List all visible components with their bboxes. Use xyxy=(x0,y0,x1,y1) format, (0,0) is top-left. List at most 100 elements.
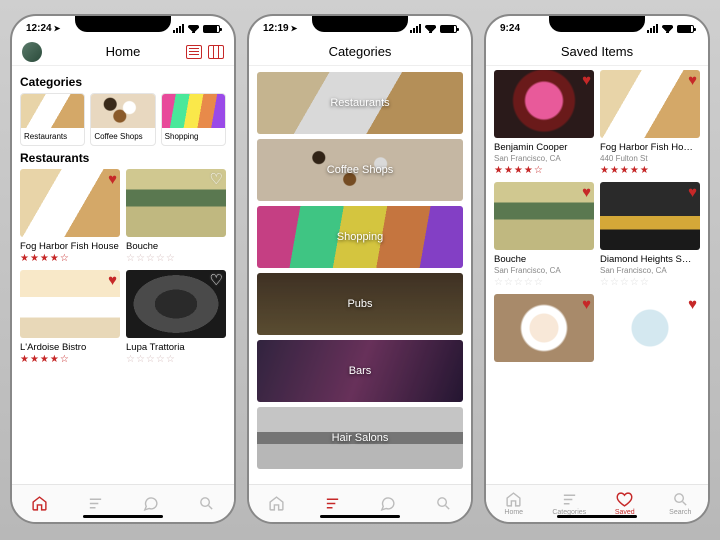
avatar[interactable] xyxy=(22,42,42,62)
content[interactable]: Categories Restaurants Coffee Shops Shop… xyxy=(12,66,234,484)
heart-icon[interactable]: ♥ xyxy=(688,297,697,312)
listing-card[interactable]: ♥ L'Ardoise Bistro★★★★☆ xyxy=(20,270,120,365)
list-view-icon[interactable] xyxy=(186,45,202,59)
section-restaurants: Restaurants xyxy=(20,151,226,165)
wifi-icon xyxy=(662,25,673,33)
listing-name: L'Ardoise Bistro xyxy=(20,342,120,353)
listing-card[interactable]: ♡ Bouche☆☆☆☆☆ xyxy=(126,169,226,264)
listing-sub: San Francisco, CA xyxy=(494,266,594,275)
phone-categories: 12:19➤ Categories Restaurants Coffee Sho… xyxy=(247,14,473,524)
tab-search[interactable] xyxy=(416,485,472,522)
tab-home[interactable]: Home xyxy=(486,485,542,522)
content[interactable]: Restaurants Coffee Shops Shopping Pubs B… xyxy=(249,66,471,484)
map-view-icon[interactable] xyxy=(208,45,224,59)
category-band[interactable]: Bars xyxy=(257,340,463,402)
wifi-icon xyxy=(188,25,199,33)
tab-search[interactable]: Search xyxy=(653,485,709,522)
listing-name: Fog Harbor Fish House xyxy=(20,241,120,252)
battery-icon xyxy=(677,25,694,33)
home-indicator[interactable] xyxy=(83,515,163,518)
signal-icon xyxy=(173,24,184,33)
category-label: Shopping xyxy=(162,128,225,145)
header: Saved Items xyxy=(486,38,708,66)
home-indicator[interactable] xyxy=(557,515,637,518)
header: Categories xyxy=(249,38,471,66)
listing-name: Fog Harbor Fish Ho… xyxy=(600,142,700,153)
category-label: Restaurants xyxy=(330,97,389,109)
category-band[interactable]: Restaurants xyxy=(257,72,463,134)
section-categories: Categories xyxy=(20,75,226,89)
notch xyxy=(312,16,408,32)
category-label: Restaurants xyxy=(21,128,84,145)
rating-stars: ★★★★☆ xyxy=(20,253,120,264)
rating-stars: ☆☆☆☆☆ xyxy=(494,277,594,288)
header: Home xyxy=(12,38,234,66)
heart-icon[interactable]: ♥ xyxy=(688,185,697,200)
phone-saved: 9:24 Saved Items ♥Benjamin CooperSan Fra… xyxy=(484,14,710,524)
category-label: Coffee Shops xyxy=(327,164,393,176)
listing-name: Diamond Heights S… xyxy=(600,254,700,265)
listing-name: Bouche xyxy=(494,254,594,265)
heart-icon[interactable]: ♥ xyxy=(108,273,117,288)
listing-sub: 440 Fulton St xyxy=(600,154,700,163)
saved-card[interactable]: ♥ Benjamin CooperSan Francisco, CA ★★★★☆ xyxy=(494,70,594,176)
category-card[interactable]: Shopping xyxy=(161,93,226,146)
listing-card[interactable]: ♡ Lupa Trattoria☆☆☆☆☆ xyxy=(126,270,226,365)
listing-name: Bouche xyxy=(126,241,226,252)
category-label: Coffee Shops xyxy=(91,128,154,145)
signal-icon xyxy=(647,24,658,33)
category-label: Hair Salons xyxy=(332,432,389,444)
page-title: Home xyxy=(106,44,141,59)
heart-icon[interactable]: ♥ xyxy=(108,172,117,187)
notch xyxy=(549,16,645,32)
phone-home: 12:24➤ Home Categories Restaurants Coffe… xyxy=(10,14,236,524)
saved-card[interactable]: ♥ Diamond Heights S…San Francisco, CA ☆☆☆☆… xyxy=(600,182,700,288)
listing-card[interactable]: ♥ Fog Harbor Fish House★★★★☆ xyxy=(20,169,120,264)
rating-stars: ☆☆☆☆☆ xyxy=(126,253,226,264)
battery-icon xyxy=(440,25,457,33)
category-card[interactable]: Coffee Shops xyxy=(90,93,155,146)
heart-icon[interactable]: ♥ xyxy=(582,73,591,88)
saved-card[interactable]: ♥ BoucheSan Francisco, CA ☆☆☆☆☆ xyxy=(494,182,594,288)
notch xyxy=(75,16,171,32)
heart-icon[interactable]: ♡ xyxy=(210,172,223,187)
rating-stars: ★★★★☆ xyxy=(494,165,594,176)
signal-icon xyxy=(410,24,421,33)
clock: 12:19 xyxy=(263,23,289,34)
location-icon: ➤ xyxy=(54,24,61,33)
category-card[interactable]: Restaurants xyxy=(20,93,85,146)
tab-home[interactable] xyxy=(12,485,68,522)
tab-home[interactable] xyxy=(249,485,305,522)
saved-card[interactable]: ♥ Fog Harbor Fish Ho…440 Fulton St ★★★★★ xyxy=(600,70,700,176)
saved-card[interactable]: ♥ xyxy=(494,294,594,362)
wifi-icon xyxy=(425,25,436,33)
tab-search[interactable] xyxy=(179,485,235,522)
category-band[interactable]: Shopping xyxy=(257,206,463,268)
category-band[interactable]: Coffee Shops xyxy=(257,139,463,201)
content[interactable]: ♥Benjamin CooperSan Francisco, CA★★★★☆ ♥… xyxy=(486,66,708,484)
heart-icon[interactable]: ♥ xyxy=(688,73,697,88)
listing-name: Benjamin Cooper xyxy=(494,142,594,153)
saved-card[interactable]: ♥ xyxy=(600,294,700,362)
heart-icon[interactable]: ♥ xyxy=(582,297,591,312)
page-title: Categories xyxy=(329,44,392,59)
rating-stars: ★★★★★ xyxy=(600,165,700,176)
rating-stars: ☆☆☆☆☆ xyxy=(126,354,226,365)
heart-icon[interactable]: ♡ xyxy=(210,273,223,288)
listing-name: Lupa Trattoria xyxy=(126,342,226,353)
rating-stars: ★★★★☆ xyxy=(20,354,120,365)
listing-sub: San Francisco, CA xyxy=(494,154,594,163)
heart-icon[interactable]: ♥ xyxy=(582,185,591,200)
category-label: Pubs xyxy=(347,298,372,310)
listing-sub: San Francisco, CA xyxy=(600,266,700,275)
tab-label: Search xyxy=(669,509,691,516)
page-title: Saved Items xyxy=(561,44,633,59)
category-band[interactable]: Pubs xyxy=(257,273,463,335)
category-band[interactable]: Hair Salons xyxy=(257,407,463,469)
battery-icon xyxy=(203,25,220,33)
category-label: Bars xyxy=(349,365,372,377)
rating-stars: ☆☆☆☆☆ xyxy=(600,277,700,288)
location-icon: ➤ xyxy=(291,24,298,33)
category-label: Shopping xyxy=(337,231,384,243)
home-indicator[interactable] xyxy=(320,515,400,518)
